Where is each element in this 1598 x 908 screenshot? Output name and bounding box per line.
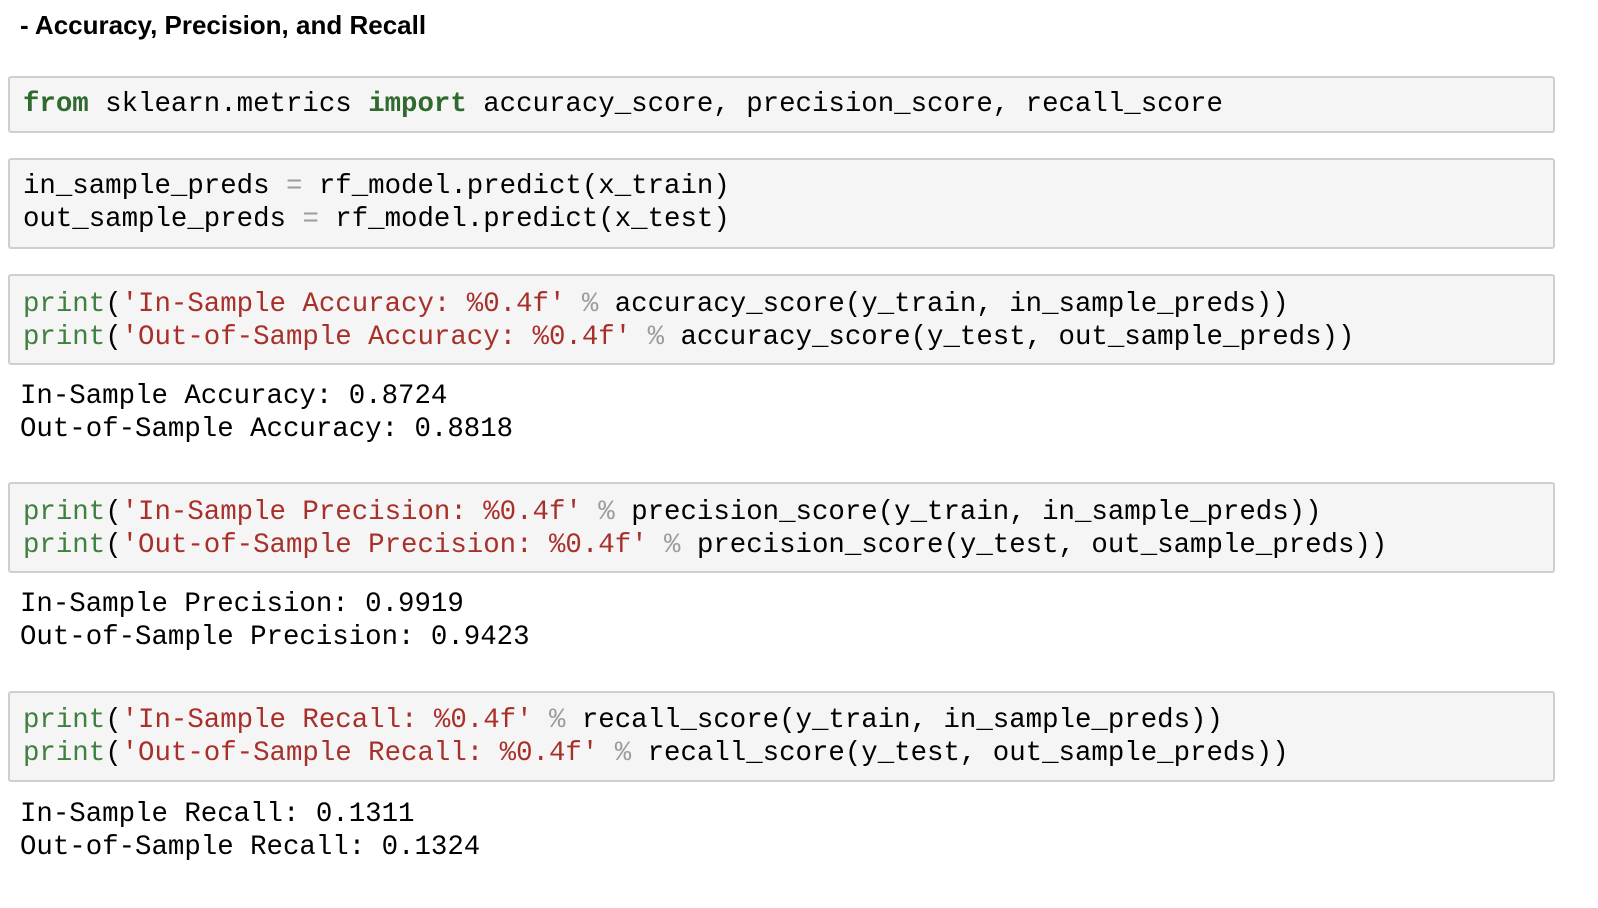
code-line: out_sample_preds = rf_model.predict(x_te… bbox=[23, 203, 730, 236]
code-token: ( bbox=[105, 530, 122, 561]
code-token: accuracy_score(y_train, in_sample_preds)… bbox=[614, 289, 1289, 320]
operator-token: % bbox=[565, 289, 615, 320]
code-token: ( bbox=[105, 738, 122, 769]
code-token: rf_model.predict(x_test) bbox=[318, 204, 730, 235]
code-token: recall_score(y_train, in_sample_preds)) bbox=[581, 705, 1223, 736]
code-line: print('In-Sample Accuracy: %0.4f' % accu… bbox=[23, 288, 1289, 321]
output-line: In-Sample Recall: 0.1311 bbox=[20, 799, 415, 830]
operator-token: = bbox=[286, 171, 303, 202]
code-cell-recall[interactable]: print('In-Sample Recall: %0.4f' % recall… bbox=[8, 691, 1555, 782]
code-token: rf_model.predict(x_train) bbox=[302, 171, 730, 202]
builtin-token: print bbox=[23, 530, 106, 561]
code-line: print('Out-of-Sample Precision: %0.4f' %… bbox=[23, 529, 1387, 562]
code-line: print('In-Sample Recall: %0.4f' % recall… bbox=[23, 704, 1223, 737]
keyword-token: import bbox=[368, 89, 467, 120]
output-line: Out-of-Sample Recall: 0.1324 bbox=[20, 832, 481, 863]
string-token: 'In-Sample Precision: %0.4f' bbox=[121, 497, 582, 528]
builtin-token: print bbox=[23, 497, 106, 528]
code-token: ( bbox=[105, 705, 122, 736]
builtin-token: print bbox=[23, 738, 106, 769]
code-line: print('Out-of-Sample Recall: %0.4f' % re… bbox=[23, 737, 1289, 770]
code-line: print('In-Sample Precision: %0.4f' % pre… bbox=[23, 496, 1322, 529]
output-line: Out-of-Sample Precision: 0.9423 bbox=[20, 622, 530, 653]
code-token: ( bbox=[105, 289, 122, 320]
operator-token: = bbox=[302, 204, 319, 235]
code-token: ( bbox=[105, 497, 122, 528]
code-token: recall_score(y_test, out_sample_preds)) bbox=[647, 738, 1289, 769]
output-line: Out-of-Sample Accuracy: 0.8818 bbox=[20, 414, 514, 445]
output-line: In-Sample Accuracy: 0.8724 bbox=[20, 381, 448, 412]
string-token: 'In-Sample Accuracy: %0.4f' bbox=[121, 289, 566, 320]
string-token: 'Out-of-Sample Precision: %0.4f' bbox=[121, 530, 648, 561]
code-cell-import[interactable]: from sklearn.metrics import accuracy_sco… bbox=[8, 76, 1555, 133]
code-token: in_sample_preds bbox=[23, 171, 286, 202]
code-line: from sklearn.metrics import accuracy_sco… bbox=[23, 88, 1223, 121]
code-token: precision_score(y_train, in_sample_preds… bbox=[631, 497, 1322, 528]
string-token: 'Out-of-Sample Recall: %0.4f' bbox=[121, 738, 599, 769]
string-token: 'In-Sample Recall: %0.4f' bbox=[121, 705, 533, 736]
builtin-token: print bbox=[23, 289, 106, 320]
operator-token: % bbox=[647, 530, 697, 561]
code-token: out_sample_preds bbox=[23, 204, 303, 235]
string-token: 'Out-of-Sample Accuracy: %0.4f' bbox=[121, 322, 632, 353]
code-line: in_sample_preds = rf_model.predict(x_tra… bbox=[23, 170, 730, 203]
output-line: In-Sample Precision: 0.9919 bbox=[20, 589, 464, 620]
code-cell-predictions[interactable]: in_sample_preds = rf_model.predict(x_tra… bbox=[8, 158, 1555, 249]
code-token: accuracy_score, precision_score, recall_… bbox=[466, 89, 1223, 120]
code-cell-precision[interactable]: print('In-Sample Precision: %0.4f' % pre… bbox=[8, 482, 1555, 573]
code-cell-accuracy[interactable]: print('In-Sample Accuracy: %0.4f' % accu… bbox=[8, 274, 1555, 365]
builtin-token: print bbox=[23, 705, 106, 736]
code-line: print('Out-of-Sample Accuracy: %0.4f' % … bbox=[23, 321, 1354, 354]
operator-token: % bbox=[532, 705, 582, 736]
code-token: accuracy_score(y_test, out_sample_preds)… bbox=[680, 322, 1355, 353]
section-heading: - Accuracy, Precision, and Recall bbox=[20, 10, 427, 40]
code-token: sklearn.metrics bbox=[88, 89, 369, 120]
builtin-token: print bbox=[23, 322, 106, 353]
operator-token: % bbox=[631, 322, 681, 353]
code-token: precision_score(y_test, out_sample_preds… bbox=[696, 530, 1388, 561]
code-token: ( bbox=[105, 322, 122, 353]
operator-token: % bbox=[581, 497, 632, 528]
keyword-token: from bbox=[23, 89, 89, 120]
operator-token: % bbox=[598, 738, 648, 769]
